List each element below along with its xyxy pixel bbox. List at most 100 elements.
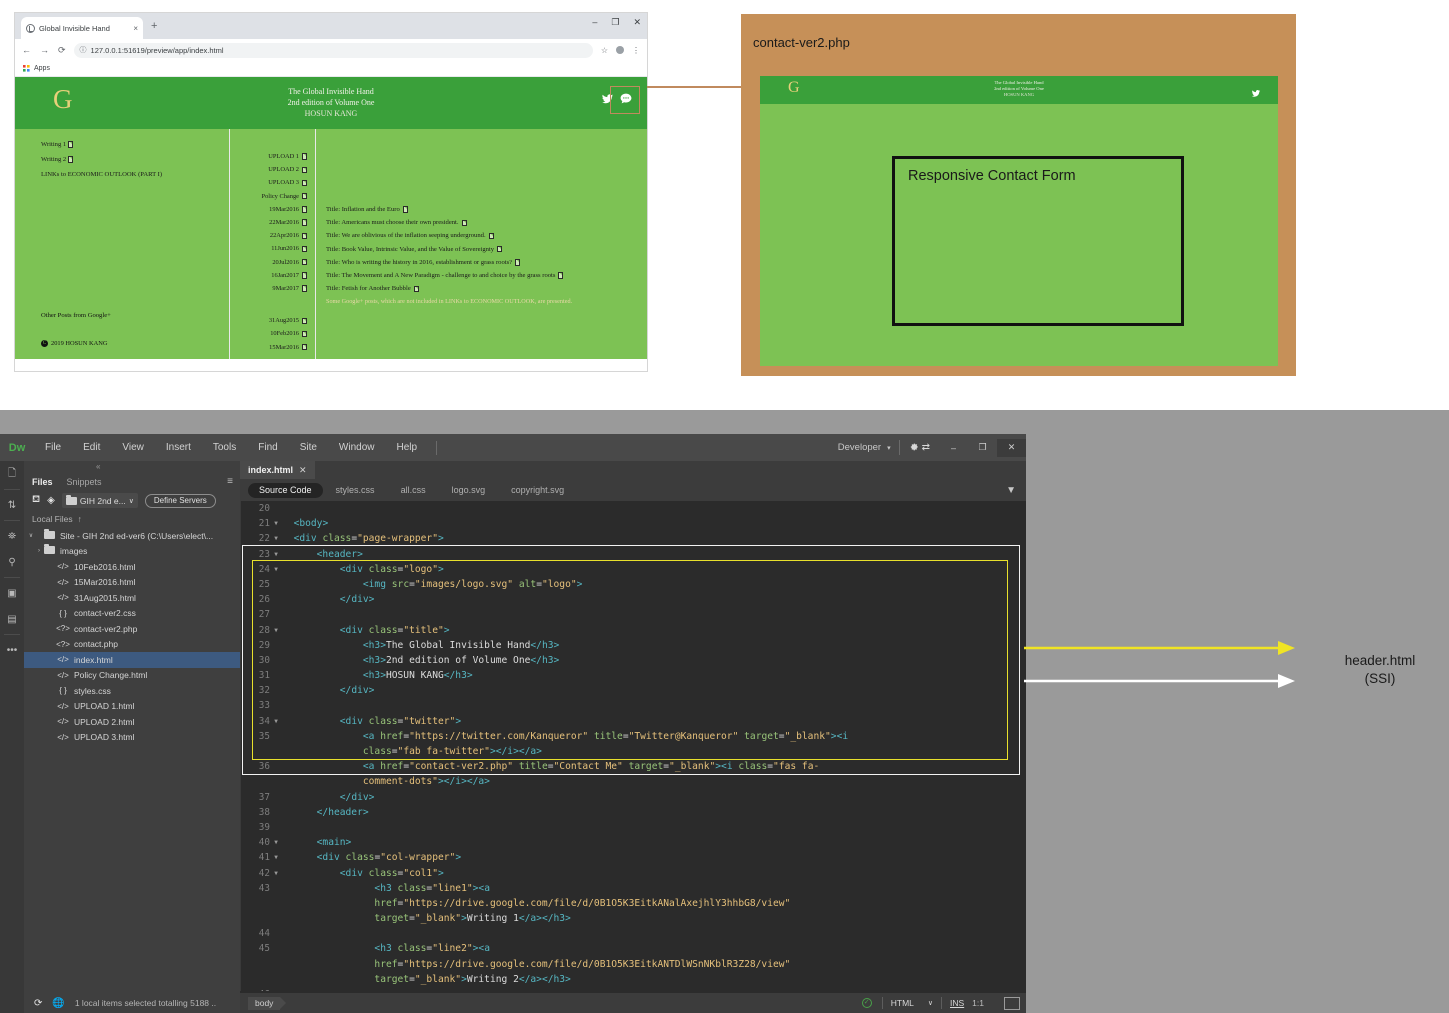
- avatar[interactable]: [616, 46, 624, 54]
- browser-tab[interactable]: Global Invisible Hand ×: [21, 17, 143, 39]
- list-item[interactable]: Policy Change: [230, 190, 315, 203]
- fold-toggle-icon[interactable]: ▼: [270, 835, 282, 850]
- refresh-icon[interactable]: ⟳: [34, 998, 42, 1009]
- list-item[interactable]: 16Jan2017: [230, 269, 315, 282]
- expand-view-icon[interactable]: ◈: [47, 495, 55, 506]
- files-column-header[interactable]: Local Files ↑: [24, 511, 240, 527]
- tree-row[interactable]: </> Policy Change.html: [24, 668, 240, 684]
- apps-grid-icon[interactable]: [23, 65, 30, 72]
- breadcrumb[interactable]: body: [248, 996, 287, 1010]
- list-item[interactable]: Title: Inflation and the Euro: [316, 203, 647, 216]
- address-bar[interactable]: ⓘ 127.0.0.1:51619/preview/app/index.html: [73, 42, 593, 58]
- reload-icon[interactable]: ⟳: [58, 45, 66, 56]
- behaviors-panel-icon[interactable]: ▤: [0, 606, 24, 632]
- list-item[interactable]: 11Jun2016: [230, 242, 315, 255]
- doctype-selector[interactable]: HTML ∨: [883, 998, 941, 1008]
- insert-mode-toggle[interactable]: INS: [942, 998, 972, 1008]
- bookmark-apps-label[interactable]: Apps: [34, 65, 50, 72]
- tree-row[interactable]: </> UPLOAD 3.html: [24, 730, 240, 746]
- collapse-panel-icon[interactable]: «: [24, 461, 240, 473]
- tab-snippets[interactable]: Snippets: [67, 477, 102, 487]
- tree-row[interactable]: </> UPLOAD 1.html: [24, 699, 240, 715]
- menu-file[interactable]: File: [34, 434, 72, 461]
- close-window-icon[interactable]: ✕: [633, 18, 641, 27]
- tree-row[interactable]: <?> contact-ver2.php: [24, 621, 240, 637]
- menu-view[interactable]: View: [111, 434, 155, 461]
- fold-toggle-icon[interactable]: ▼: [270, 850, 282, 865]
- chevron-down-icon[interactable]: ▾: [885, 444, 899, 452]
- list-item[interactable]: Writing 2: [41, 152, 229, 167]
- menu-edit[interactable]: Edit: [72, 434, 111, 461]
- site-selector[interactable]: GIH 2nd e... ∨: [61, 493, 138, 508]
- list-item[interactable]: Title: The Movement and A New Paradigm -…: [316, 269, 647, 282]
- file-transfer-icon[interactable]: ⇅: [0, 492, 24, 518]
- chevron-right-icon[interactable]: ›: [24, 548, 40, 554]
- list-item[interactable]: Title: Who is writing the history in 201…: [316, 256, 647, 269]
- list-item[interactable]: 20Jul2016: [230, 256, 315, 269]
- menu-window[interactable]: Window: [328, 434, 386, 461]
- close-icon[interactable]: ×: [133, 24, 138, 33]
- twitter-link[interactable]: [1251, 85, 1261, 103]
- preferences-button[interactable]: ⇄: [900, 442, 939, 453]
- list-item[interactable]: 15Mar2016: [230, 341, 315, 354]
- more-panels-icon[interactable]: •••: [0, 637, 24, 663]
- tree-row[interactable]: </> 10Feb2016.html: [24, 559, 240, 575]
- list-item[interactable]: 9Mar2017: [230, 282, 315, 295]
- panel-menu-icon[interactable]: ≡: [227, 476, 233, 487]
- tab-files[interactable]: Files: [32, 477, 53, 487]
- tree-row[interactable]: › images: [24, 544, 240, 560]
- workspace-switcher-label[interactable]: Developer: [838, 442, 885, 453]
- minimize-button[interactable]: –: [939, 439, 968, 457]
- editor-tab-index-html[interactable]: index.html ✕: [240, 461, 315, 479]
- bookmark-star-icon[interactable]: ☆: [601, 46, 608, 55]
- list-item[interactable]: 22Mar2016: [230, 216, 315, 229]
- list-item[interactable]: Writing 1: [41, 137, 229, 152]
- list-item[interactable]: Title: Fetish for Another Bubble: [316, 282, 647, 295]
- maximize-icon[interactable]: ❐: [611, 18, 619, 27]
- list-item[interactable]: UPLOAD 1: [230, 150, 315, 163]
- list-item[interactable]: UPLOAD 2: [230, 163, 315, 176]
- list-item[interactable]: 31Aug2015: [230, 314, 315, 327]
- menu-tools[interactable]: Tools: [202, 434, 247, 461]
- related-file-copyright-svg[interactable]: copyright.svg: [498, 485, 577, 495]
- site-info-icon[interactable]: ⓘ: [80, 45, 87, 55]
- menu-help[interactable]: Help: [386, 434, 429, 461]
- globe-icon[interactable]: 🌐: [52, 998, 64, 1009]
- back-icon[interactable]: ←: [22, 45, 31, 55]
- assets-panel-icon[interactable]: ⚲: [0, 549, 24, 575]
- tree-row[interactable]: </> UPLOAD 2.html: [24, 714, 240, 730]
- tree-row[interactable]: { } contact-ver2.css: [24, 606, 240, 622]
- related-file-source-code[interactable]: Source Code: [248, 482, 323, 498]
- list-item[interactable]: Title: Americans must choose their own p…: [316, 216, 647, 229]
- menu-find[interactable]: Find: [247, 434, 288, 461]
- chevron-down-icon[interactable]: ∨: [24, 532, 38, 539]
- menu-insert[interactable]: Insert: [155, 434, 202, 461]
- fold-toggle-icon[interactable]: ▼: [270, 866, 282, 881]
- browser-menu-icon[interactable]: ⋮: [632, 46, 640, 55]
- list-item[interactable]: 22Apr2016: [230, 229, 315, 242]
- close-icon[interactable]: ✕: [299, 465, 307, 476]
- define-servers-button[interactable]: Define Servers: [144, 493, 216, 508]
- list-item[interactable]: 10Feb2016: [230, 327, 315, 340]
- new-tab-button[interactable]: +: [151, 21, 157, 32]
- tree-row-selected[interactable]: </> index.html: [24, 652, 240, 668]
- forward-icon[interactable]: →: [40, 45, 49, 55]
- tree-row[interactable]: </> 31Aug2015.html: [24, 590, 240, 606]
- snippets-panel-icon[interactable]: ▣: [0, 580, 24, 606]
- tree-row-site-root[interactable]: ∨ Site - GIH 2nd ed-ver6 (C:\Users\elect…: [24, 528, 240, 544]
- list-item[interactable]: 19Mar2016: [230, 203, 315, 216]
- related-file-logo-svg[interactable]: logo.svg: [439, 485, 499, 495]
- list-item[interactable]: Title: Book Value, Intrinsic Value, and …: [316, 243, 647, 256]
- menu-site[interactable]: Site: [289, 434, 328, 461]
- validation-ok-icon[interactable]: ✓: [861, 998, 872, 1008]
- fold-toggle-icon[interactable]: ▼: [270, 516, 282, 531]
- list-item[interactable]: UPLOAD 3: [230, 176, 315, 189]
- list-item[interactable]: Title: We are oblivious of the inflation…: [316, 229, 647, 242]
- insert-panel-icon[interactable]: 🗋: [0, 461, 24, 487]
- filter-icon[interactable]: ▼: [1006, 485, 1016, 496]
- tree-row[interactable]: </> 15Mar2016.html: [24, 575, 240, 591]
- restore-button[interactable]: ❐: [968, 439, 997, 457]
- site-manage-icon[interactable]: ⛾: [32, 494, 40, 507]
- split-view-button[interactable]: [1004, 996, 1020, 1010]
- code-text-area[interactable]: 20 21 ▼ <body> 22 ▼ <div class="page-wrapper…: [240, 501, 1026, 991]
